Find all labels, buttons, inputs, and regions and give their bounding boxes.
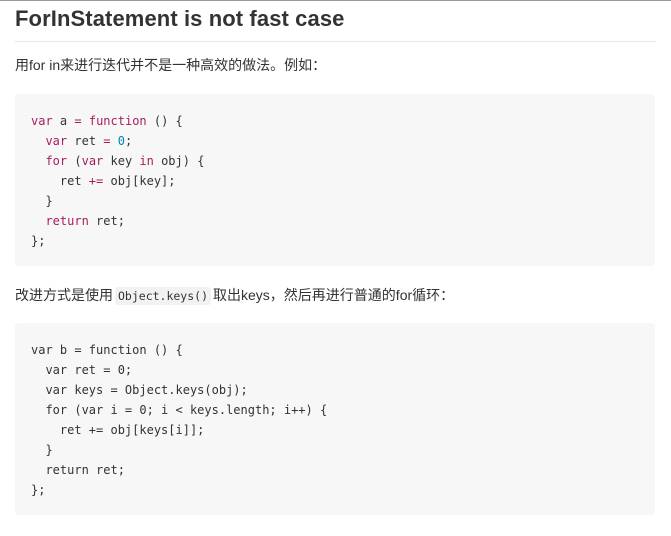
code-line: var ret = 0; bbox=[31, 363, 133, 377]
code-line: return ret; bbox=[45, 214, 125, 228]
alternative-text-before: 改进方式是使用 bbox=[15, 287, 113, 303]
code-line: for (var i = 0; i < keys.length; i++) { bbox=[31, 403, 328, 417]
code-line: var keys = Object.keys(obj); bbox=[31, 383, 248, 397]
code-line: var a = function () { bbox=[31, 114, 183, 128]
code-line: ret += obj[keys[i]]; bbox=[31, 423, 205, 437]
code-line: } bbox=[31, 194, 53, 208]
code-block-for-in: var a = function () { var ret = 0; for (… bbox=[15, 94, 655, 266]
section-heading: ForInStatement is not fast case bbox=[15, 6, 345, 31]
alternative-text-after: 取出keys，然后再进行普通的for循环： bbox=[213, 287, 455, 303]
alternative-paragraph: 改进方式是使用 Object.keys() 取出keys，然后再进行普通的for循环… bbox=[15, 285, 454, 306]
code-line: ret += obj[key]; bbox=[31, 174, 176, 188]
code-line: var ret = 0; bbox=[45, 134, 133, 148]
inline-code: Object.keys() bbox=[115, 287, 212, 305]
intro-paragraph: 用for in来进行迭代并不是一种高效的做法。例如： bbox=[15, 57, 327, 73]
code-line: }; bbox=[31, 483, 46, 497]
code-line: for (var key in obj) { bbox=[45, 154, 205, 168]
code-line: }; bbox=[31, 234, 46, 248]
code-line: } bbox=[31, 443, 53, 457]
heading-divider bbox=[15, 41, 656, 42]
code-line: return ret; bbox=[31, 463, 125, 477]
top-border bbox=[0, 0, 671, 1]
code-line: var b = function () { bbox=[31, 343, 183, 357]
code-block-object-keys: var b = function () { var ret = 0; var k… bbox=[15, 323, 655, 515]
